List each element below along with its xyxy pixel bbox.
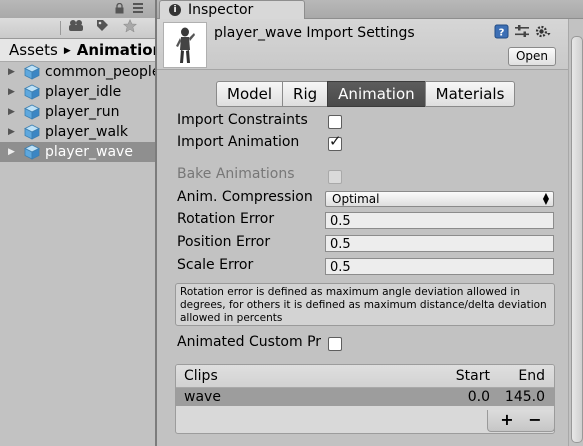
scale-error-field[interactable]: 0.5: [325, 258, 554, 275]
import-animation-label: Import Animation: [177, 134, 300, 150]
asset-row[interactable]: ▶ player_run: [0, 102, 155, 122]
compression-help-box: Rotation error is defined as maximum ang…: [175, 283, 555, 326]
anim-compression-dropdown[interactable]: Optimal ▲ ▼: [325, 191, 554, 207]
rotation-error-field[interactable]: 0.5: [325, 212, 554, 229]
clips-header-start: Start: [455, 368, 490, 384]
help-book-icon[interactable]: ?: [493, 24, 509, 40]
tab-rig[interactable]: Rig: [282, 81, 329, 107]
expand-arrow-icon[interactable]: ▶: [8, 82, 15, 102]
panel-menu-icon[interactable]: [133, 2, 143, 15]
expand-arrow-icon[interactable]: ▶: [8, 122, 15, 142]
expand-arrow-icon[interactable]: ▶: [8, 142, 15, 162]
search-by-label-icon[interactable]: [92, 19, 112, 37]
info-icon: i: [169, 4, 181, 16]
clip-start: 0.0: [467, 389, 490, 405]
scrollbar-thumb[interactable]: [571, 36, 583, 443]
breadcrumb-assets[interactable]: Assets: [9, 41, 58, 59]
bake-animations-checkbox: [328, 170, 342, 184]
inspector-tab-bar: i Inspector: [157, 0, 583, 20]
breadcrumb-separator-icon: ▶: [63, 46, 71, 56]
model-cube-icon: [24, 144, 40, 160]
import-mode-tabs: Model Rig Animation Materials: [216, 81, 516, 107]
import-settings-header: player_wave Import Settings ? Open: [157, 19, 568, 70]
project-panel: Assets ▶ Animations ▶ common_people ▶ play…: [0, 0, 155, 446]
asset-row[interactable]: ▶ common_people: [0, 62, 155, 82]
open-button[interactable]: Open: [508, 47, 556, 66]
project-tab-bar: [0, 0, 155, 19]
model-cube-icon: [24, 84, 40, 100]
gear-icon[interactable]: [535, 24, 551, 40]
clips-header: Clips Start End: [176, 365, 554, 388]
breadcrumb-animations[interactable]: Animations: [77, 41, 155, 59]
tab-inspector[interactable]: i Inspector: [159, 0, 305, 20]
anim-compression-value: Optimal: [332, 192, 380, 206]
preset-sliders-icon[interactable]: [514, 24, 530, 40]
remove-clip-button[interactable]: −: [522, 410, 548, 430]
model-cube-icon: [24, 124, 40, 140]
tab-animation[interactable]: Animation: [327, 81, 426, 107]
asset-name: common_people: [45, 64, 155, 80]
scale-error-label: Scale Error: [177, 257, 254, 273]
inspector-tab-label: Inspector: [188, 2, 254, 18]
model-cube-icon: [24, 64, 40, 80]
search-by-type-icon[interactable]: [66, 19, 86, 37]
checkmark-icon: ✓: [329, 132, 342, 150]
dropdown-arrows-icon: ▲ ▼: [542, 191, 549, 206]
asset-name: player_wave: [45, 144, 133, 160]
project-toolbar: [0, 18, 155, 39]
animated-custom-properties-label: Animated Custom Pr: [177, 334, 322, 350]
favorites-star-icon[interactable]: [120, 18, 140, 37]
breadcrumb: Assets ▶ Animations: [0, 39, 155, 62]
model-preview-thumbnail: [163, 22, 207, 68]
anim-compression-label: Anim. Compression: [177, 189, 313, 205]
animated-custom-properties-checkbox[interactable]: [328, 337, 342, 351]
clip-end: 145.0: [504, 389, 545, 405]
toolbar-separator: [60, 21, 61, 35]
clips-header-end: End: [518, 368, 545, 384]
add-clip-button[interactable]: +: [494, 410, 520, 430]
asset-row-selected[interactable]: ▶ player_wave: [0, 142, 155, 162]
inspector-panel: i Inspector player_wave Import Settings …: [157, 0, 583, 446]
import-settings-title: player_wave Import Settings: [214, 25, 415, 41]
asset-list: ▶ common_people ▶ player_idle ▶ player_r…: [0, 62, 155, 162]
expand-arrow-icon[interactable]: ▶: [8, 102, 15, 122]
position-error-field[interactable]: 0.5: [325, 235, 554, 252]
clip-list-controls: + −: [487, 410, 555, 432]
clip-row[interactable]: wave 0.0 145.0: [176, 388, 554, 406]
expand-arrow-icon[interactable]: ▶: [8, 62, 15, 82]
asset-row[interactable]: ▶ player_idle: [0, 82, 155, 102]
bake-animations-label: Bake Animations: [177, 166, 295, 182]
asset-name: player_idle: [45, 84, 122, 100]
asset-name: player_run: [45, 104, 120, 120]
asset-name: player_walk: [45, 124, 129, 140]
inspector-scrollbar[interactable]: [568, 19, 583, 446]
asset-row[interactable]: ▶ player_walk: [0, 122, 155, 142]
import-animation-checkbox[interactable]: ✓: [328, 132, 342, 151]
model-cube-icon: [24, 104, 40, 120]
clip-name: wave: [184, 389, 221, 405]
tab-materials[interactable]: Materials: [424, 81, 516, 107]
rotation-error-label: Rotation Error: [177, 211, 275, 227]
position-error-label: Position Error: [177, 234, 271, 250]
import-constraints-checkbox[interactable]: [328, 115, 342, 129]
import-constraints-label: Import Constraints: [177, 112, 308, 128]
lock-icon[interactable]: [115, 2, 124, 17]
tab-model[interactable]: Model: [216, 81, 284, 107]
clips-header-name: Clips: [184, 368, 218, 384]
svg-text:?: ?: [498, 28, 504, 39]
